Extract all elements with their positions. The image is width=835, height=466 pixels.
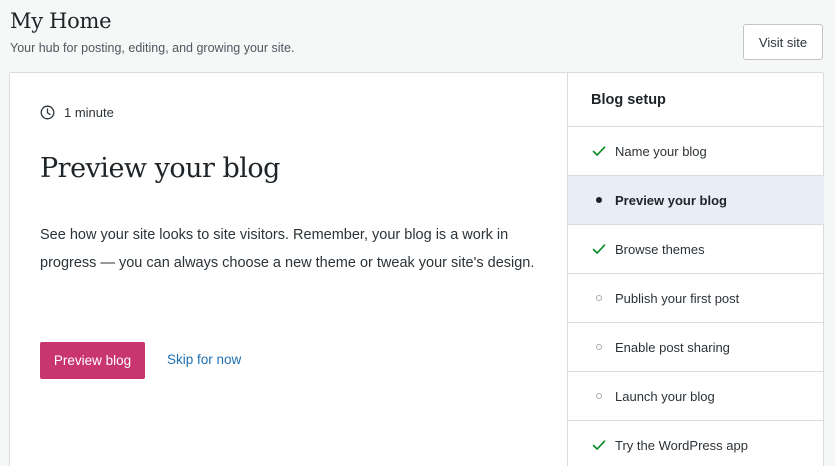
pending-step-circle-icon [591, 290, 607, 306]
checklist-step-label: Enable post sharing [615, 339, 730, 355]
page-title: My Home [10, 9, 112, 33]
blog-setup-checklist: Blog setup Name your blog Preview your bl… [567, 73, 824, 466]
checklist-step[interactable]: Enable post sharing [568, 323, 824, 372]
checkmark-icon [591, 437, 607, 453]
current-step-dot-icon [591, 192, 607, 208]
clock-icon [40, 105, 55, 120]
checklist-step[interactable]: Try the WordPress app [568, 421, 824, 466]
checklist-step[interactable]: Launch your blog [568, 372, 824, 421]
page-subtitle: Your hub for posting, editing, and growi… [10, 41, 295, 55]
checklist-title: Blog setup [568, 73, 824, 127]
pending-step-circle-icon [591, 339, 607, 355]
checklist-step-label: Try the WordPress app [615, 437, 748, 453]
visit-site-button[interactable]: Visit site [743, 24, 823, 60]
checkmark-icon [591, 143, 607, 159]
checklist-step[interactable]: Browse themes [568, 225, 824, 274]
task-panel: 1 minute Preview your blog See how your … [10, 73, 567, 466]
checklist-step-label: Browse themes [615, 241, 705, 257]
page-header: My Home Your hub for posting, editing, a… [10, 0, 825, 70]
task-duration: 1 minute [40, 105, 114, 120]
task-description: See how your site looks to site visitors… [40, 227, 535, 271]
checklist-step-label: Publish your first post [615, 290, 740, 306]
preview-blog-button[interactable]: Preview blog [40, 342, 145, 379]
checklist-step-label: Preview your blog [615, 192, 727, 208]
setup-card: 1 minute Preview your blog See how your … [9, 72, 824, 466]
checklist-step[interactable]: Preview your blog [568, 176, 824, 225]
skip-for-now-link[interactable]: Skip for now [167, 352, 241, 367]
task-title: Preview your blog [40, 153, 280, 184]
pending-step-circle-icon [591, 388, 607, 404]
checklist-step-label: Launch your blog [615, 388, 715, 404]
checkmark-icon [591, 241, 607, 257]
checklist-step-label: Name your blog [615, 143, 707, 159]
checklist-steps: Name your blog Preview your blog Browse th… [568, 127, 824, 466]
task-duration-label: 1 minute [64, 105, 114, 120]
checklist-step[interactable]: Name your blog [568, 127, 824, 176]
checklist-step[interactable]: Publish your first post [568, 274, 824, 323]
